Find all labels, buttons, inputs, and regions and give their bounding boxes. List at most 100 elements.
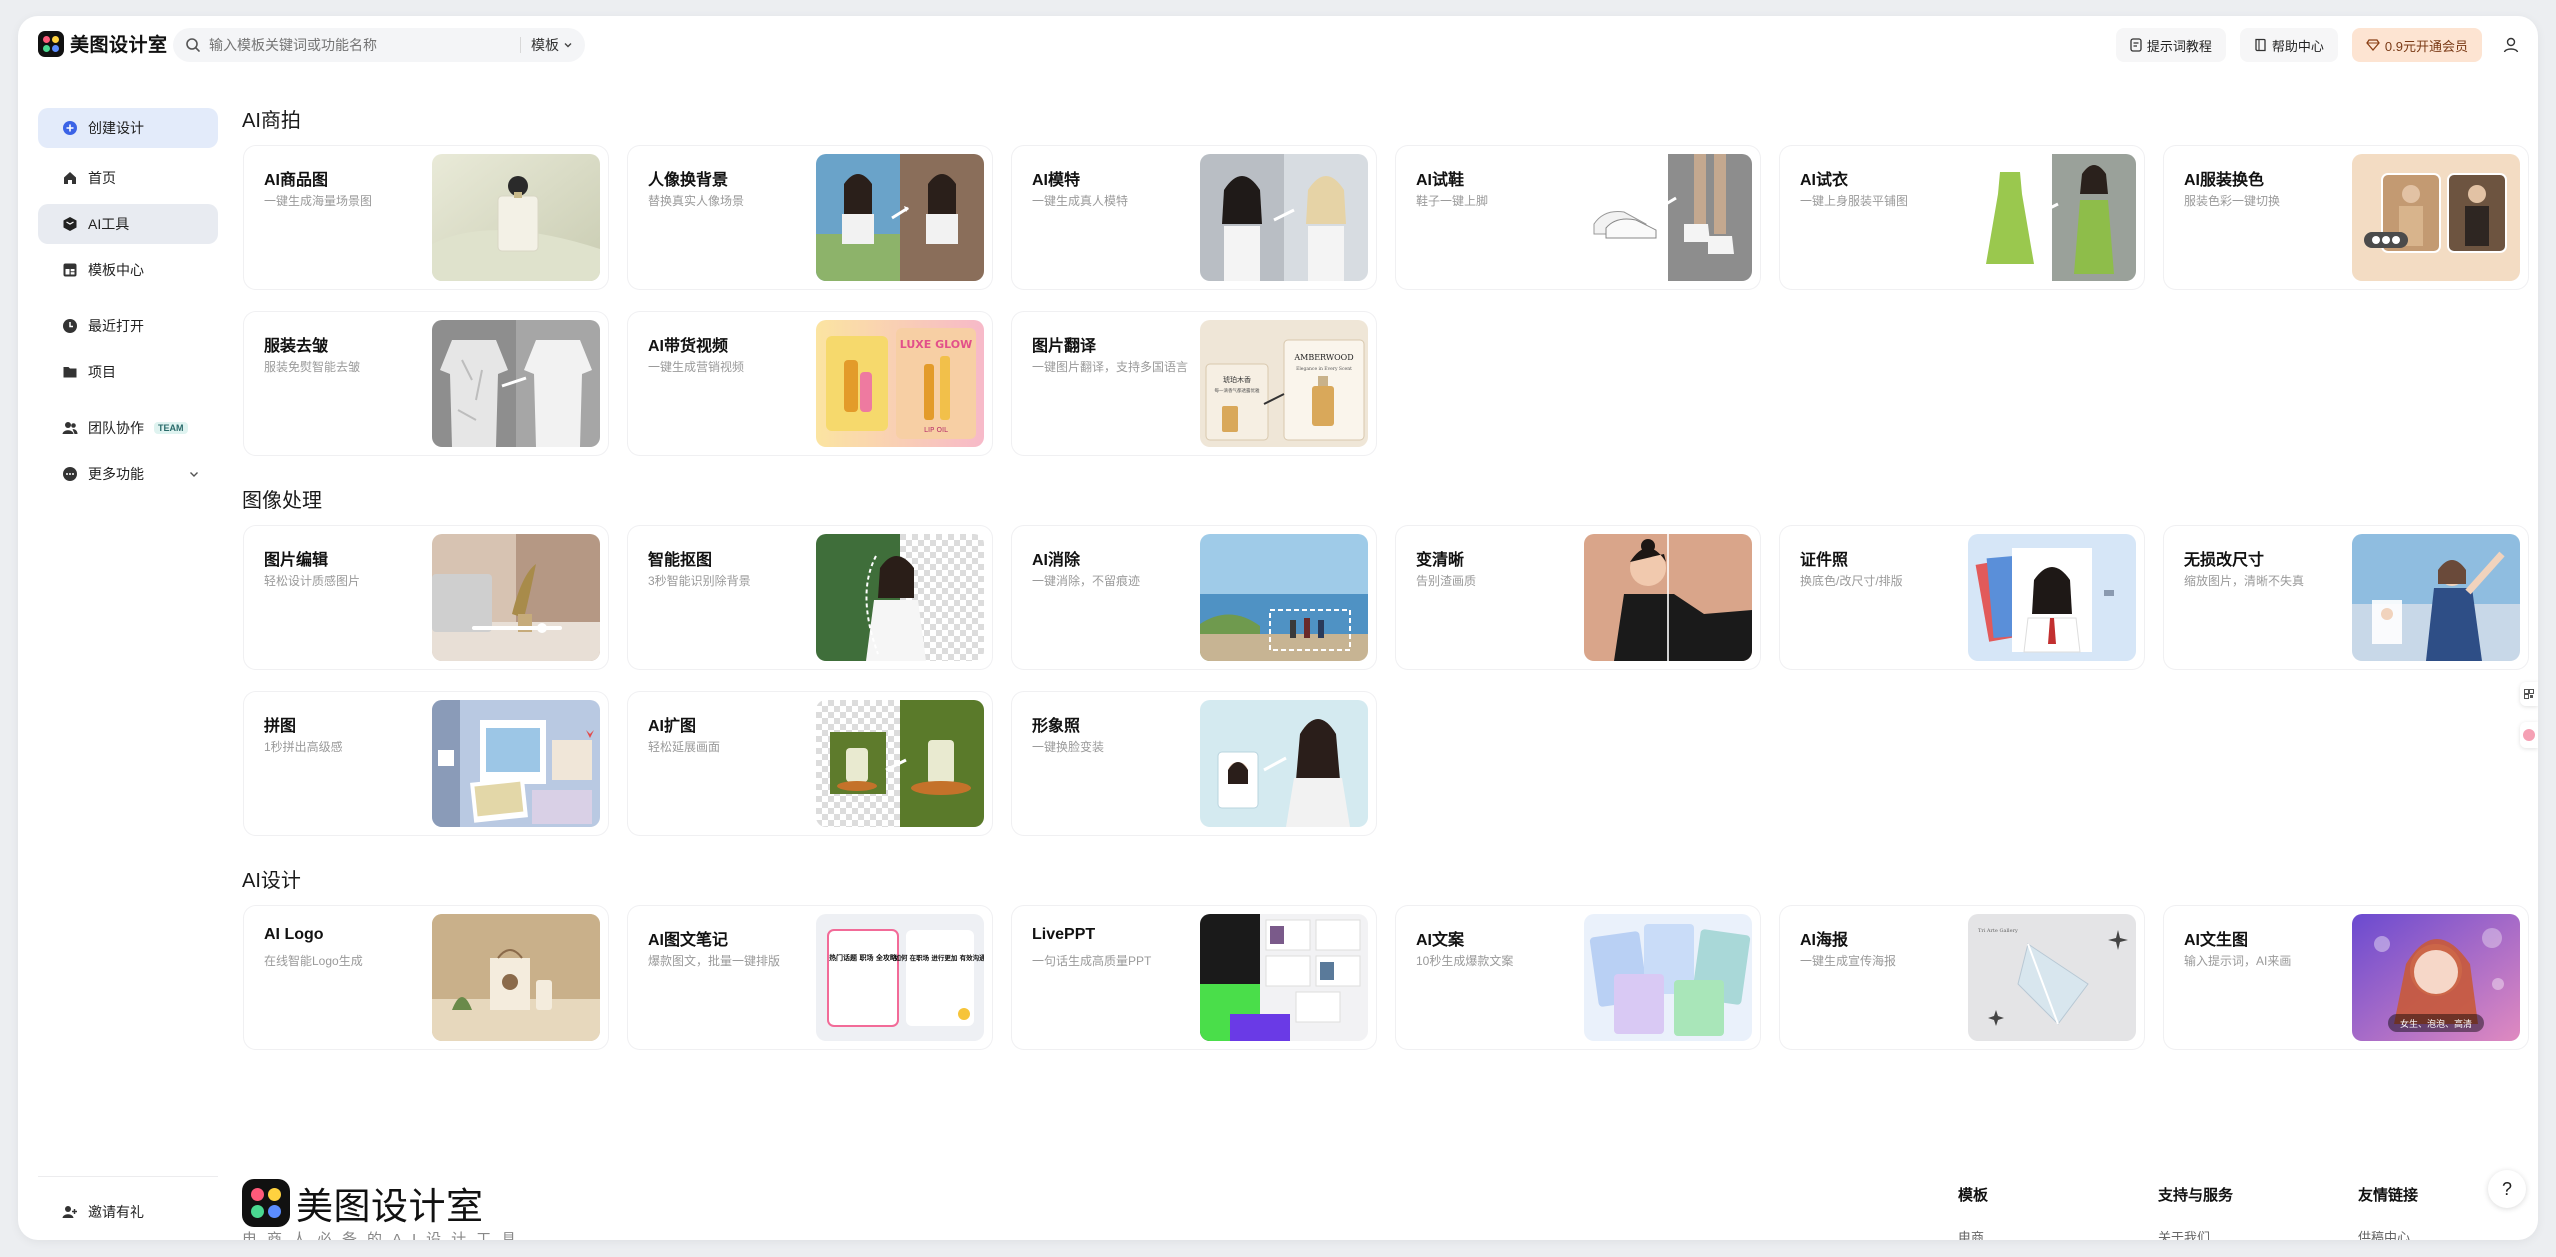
logo-icon xyxy=(38,30,64,57)
top-actions: 提示词教程 帮助中心 0.9元开通会员 xyxy=(2115,28,2526,62)
card-title: 图片翻译 xyxy=(1032,338,1097,355)
card-desc: 输入提示词，AI来画 xyxy=(2184,954,2292,968)
card-desc: 一键消除，不留痕迹 xyxy=(1032,574,1141,588)
section-title-ai-shoot: AI商拍 xyxy=(242,110,301,132)
tool-card-ai-logo[interactable]: AI Logo 在线智能Logo生成 xyxy=(244,906,608,1049)
card-title: 服装去皱 xyxy=(264,338,329,355)
thumb-image-translate: 琥珀木香 每一滴香气都透露优雅 AMBERWOOD Elegance in Every… xyxy=(1200,320,1368,447)
card-title: AI商品图 xyxy=(264,172,329,189)
footer-link[interactable]: 供稿中心 xyxy=(2358,1227,2418,1240)
card-title: 拼图 xyxy=(264,718,297,735)
tool-card-portrait-bg[interactable]: 人像换背景 替换真实人像场景 xyxy=(628,146,992,289)
card-desc: 服装色彩一键切换 xyxy=(2184,194,2281,208)
card-desc: 替换真实人像场景 xyxy=(648,194,745,208)
card-title: AI模特 xyxy=(1032,172,1081,189)
thumb-ai-text2img: 女生、泡泡、高清 xyxy=(2352,914,2520,1041)
user-avatar[interactable] xyxy=(2496,30,2526,60)
tool-card-resize[interactable]: 无损改尺寸 缩放图片，清晰不失真 xyxy=(2164,526,2528,669)
sidebar-item-label: 更多功能 xyxy=(88,466,144,482)
tool-card-id-photo[interactable]: 证件照 换底色/改尺寸/排版 xyxy=(1780,526,2144,669)
card-desc: 服装免熨智能去皱 xyxy=(264,360,361,374)
tool-card-wrinkle-removal[interactable]: 服装去皱 服装免熨智能去皱 xyxy=(244,312,608,455)
card-desc: 一键换脸变装 xyxy=(1032,740,1105,754)
card-desc: 换底色/改尺寸/排版 xyxy=(1800,574,1903,588)
thumb-ai-shoes xyxy=(1584,154,1752,281)
sidebar-item-team[interactable]: 团队协作 TEAM xyxy=(38,408,218,448)
thumb-id-photo xyxy=(1968,534,2136,661)
footer-link[interactable]: 电商 xyxy=(1958,1227,1988,1240)
sidebar-item-templates[interactable]: 模板中心 xyxy=(38,250,218,290)
team-icon xyxy=(62,420,78,436)
tool-card-ai-video[interactable]: AI带货视频 一键生成营销视频 LUXE GLOW LIP OIL xyxy=(628,312,992,455)
tool-card-ai-text2img[interactable]: AI文生图 输入提示词，AI来画 女生、泡泡、高清 xyxy=(2164,906,2528,1049)
footer-col-links: 友情链接 供稿中心 xyxy=(2358,1184,2418,1240)
feedback-icon[interactable] xyxy=(2520,722,2538,748)
card-title: AI扩图 xyxy=(648,718,697,735)
tool-card-liveppt[interactable]: LivePPT 一句话生成高质量PPT xyxy=(1012,906,1376,1049)
tool-card-ai-model[interactable]: AI模特 一键生成真人模特 xyxy=(1012,146,1376,289)
prompt-tutorial-button[interactable]: 提示词教程 xyxy=(2115,28,2226,62)
card-title: AI带货视频 xyxy=(648,338,729,355)
card-title: AI服装换色 xyxy=(2184,172,2265,189)
card-title: AI图文笔记 xyxy=(648,932,729,949)
sidebar-item-more[interactable]: 更多功能 xyxy=(38,454,218,494)
sidebar-item-home[interactable]: 首页 xyxy=(38,158,218,198)
logo-icon xyxy=(242,1179,290,1227)
sidebar-item-invite[interactable]: 邀请有礼 xyxy=(38,1192,218,1232)
tool-card-ai-poster[interactable]: AI海报 一键生成宣传海报 Tri Arte Gallery xyxy=(1780,906,2144,1049)
search-input[interactable] xyxy=(209,37,510,53)
section-title-ai-design: AI设计 xyxy=(242,870,301,892)
create-design-button[interactable]: 创建设计 xyxy=(38,108,218,148)
tool-card-ai-notes[interactable]: AI图文笔记 爆款图文，批量一键排版 热门话题 职场 全攻略 如何 在职场 进行更… xyxy=(628,906,992,1049)
card-desc: 一键生成营销视频 xyxy=(648,360,745,374)
user-icon xyxy=(2503,37,2519,53)
card-desc: 10秒生成爆款文案 xyxy=(1416,954,1514,968)
tool-card-ai-recolor[interactable]: AI服装换色 服装色彩一键切换 xyxy=(2164,146,2528,289)
thumb-enhance xyxy=(1584,534,1752,661)
card-desc: 告别渣画质 xyxy=(1416,574,1477,588)
card-title: AI消除 xyxy=(1032,552,1081,569)
vip-label: 0.9元开通会员 xyxy=(2384,38,2468,54)
tool-card-enhance[interactable]: 变清晰 告别渣画质 xyxy=(1396,526,1760,669)
sidebar: 创建设计 首页 AI工具 模板中心 最近打开 项目 团队协作 TEAM 更多功能… xyxy=(18,74,238,1240)
card-title: AI Logo xyxy=(264,926,324,943)
sidebar-item-recent[interactable]: 最近打开 xyxy=(38,306,218,346)
help-center-button[interactable]: 帮助中心 xyxy=(2239,28,2338,62)
tool-card-ai-copy[interactable]: AI文案 10秒生成爆款文案 xyxy=(1396,906,1760,1049)
sidebar-divider xyxy=(38,1176,218,1177)
tool-card-collage[interactable]: 拼图 1秒拼出高级感 xyxy=(244,692,608,835)
tool-card-portrait-photo[interactable]: 形象照 一键换脸变装 xyxy=(1012,692,1376,835)
sidebar-item-label: AI工具 xyxy=(88,216,130,232)
thumb-ai-recolor xyxy=(2352,154,2520,281)
sidebar-item-projects[interactable]: 项目 xyxy=(38,352,218,392)
app-logo[interactable]: 美图设计室 xyxy=(38,30,168,57)
tool-card-image-translate[interactable]: 图片翻译 一键图片翻译，支持多国语言 琥珀木香 每一滴香气都透露优雅 AMBERWO… xyxy=(1012,312,1376,455)
search-scope-dropdown[interactable]: 模板 xyxy=(531,35,573,55)
thumb-ai-copy xyxy=(1584,914,1752,1041)
footer-link[interactable]: 关于我们 xyxy=(2158,1227,2233,1240)
tool-card-smart-cutout[interactable]: 智能抠图 3秒智能识别除背景 xyxy=(628,526,992,669)
help-float-button[interactable]: ? xyxy=(2488,1170,2526,1208)
thumb-wrinkle-removal xyxy=(432,320,600,447)
tool-card-image-edit[interactable]: 图片编辑 轻松设计质感图片 xyxy=(244,526,608,669)
invite-user-icon xyxy=(62,1204,78,1220)
tool-card-ai-product[interactable]: AI商品图 一键生成海量场景图 xyxy=(244,146,608,289)
tool-card-ai-shoes[interactable]: AI试鞋 鞋子一键上脚 xyxy=(1396,146,1760,289)
footer-logo[interactable]: 美图设计室 xyxy=(242,1176,484,1230)
card-desc: 一句话生成高质量PPT xyxy=(1032,954,1152,968)
footer-col-support: 支持与服务 关于我们 xyxy=(2158,1184,2233,1240)
tool-card-ai-expand[interactable]: AI扩图 轻松延展画面 xyxy=(628,692,992,835)
main-content: AI商拍 AI商品图 一键生成海量场景图 人像换背景 替换真实人像场景 AI模特… xyxy=(240,74,2532,1240)
sidebar-item-ai-tools[interactable]: AI工具 xyxy=(38,204,218,244)
more-dots-icon xyxy=(62,466,78,482)
help-center-label: 帮助中心 xyxy=(2271,38,2324,54)
card-title: AI试衣 xyxy=(1800,172,1849,189)
tool-card-ai-tryon[interactable]: AI试衣 一键上身服装平铺图 xyxy=(1780,146,2144,289)
tool-card-ai-erase[interactable]: AI消除 一键消除，不留痕迹 xyxy=(1012,526,1376,669)
sidebar-item-label: 最近打开 xyxy=(88,318,144,334)
qr-code-icon[interactable] xyxy=(2520,682,2538,706)
side-float-tabs xyxy=(2520,682,2538,748)
vip-button[interactable]: 0.9元开通会员 xyxy=(2351,28,2482,62)
search-bar[interactable]: 模板 xyxy=(173,28,585,62)
card-title: AI文生图 xyxy=(2184,932,2249,949)
